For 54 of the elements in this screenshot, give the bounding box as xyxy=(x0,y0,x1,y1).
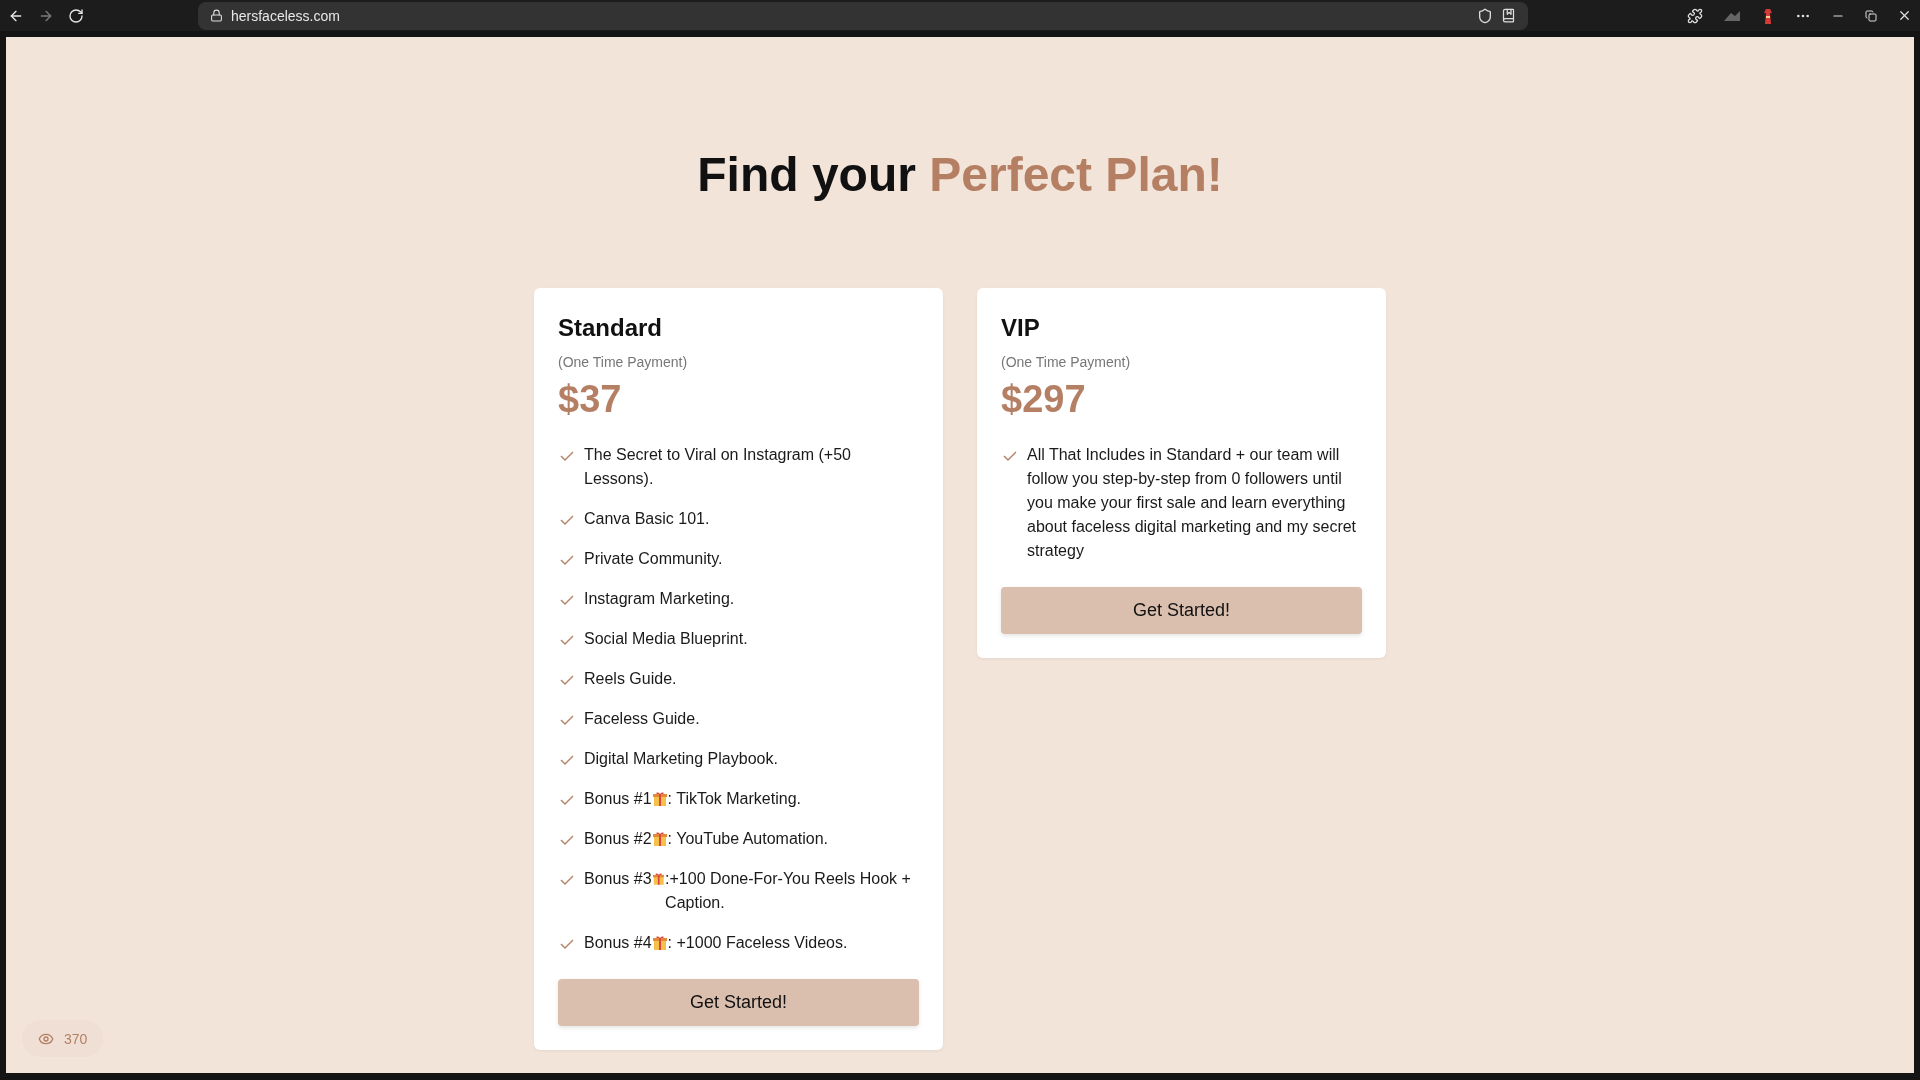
restore-icon[interactable] xyxy=(1865,9,1877,22)
check-icon xyxy=(560,555,574,565)
check-icon xyxy=(560,451,574,461)
check-icon xyxy=(560,515,574,525)
lock-icon xyxy=(210,9,223,22)
check-icon xyxy=(560,939,574,949)
feature-text: Private Community. xyxy=(584,549,723,569)
feature-text: Instagram Marketing. xyxy=(584,589,735,609)
check-icon xyxy=(560,715,574,725)
feature-text: Digital Marketing Playbook. xyxy=(584,749,778,769)
extension-icon[interactable] xyxy=(1761,6,1775,25)
check-icon xyxy=(560,595,574,605)
check-icon xyxy=(560,875,574,885)
feature-text: Bonus #1 xyxy=(584,789,652,809)
feature-text: The Secret to Viral on Instagram (+50 Lessons). xyxy=(584,445,852,489)
feature-text: Bonus #2 xyxy=(584,829,652,849)
feature-text: Social Media Blueprint. xyxy=(584,629,748,649)
check-icon xyxy=(560,795,574,805)
feature-text: : TikTok Marketing. xyxy=(667,789,801,809)
puzzle-icon[interactable] xyxy=(1687,7,1703,24)
url-text: hersfaceless.com xyxy=(231,7,341,24)
gift-icon xyxy=(652,935,667,951)
shield-icon[interactable] xyxy=(1477,7,1493,24)
check-icon xyxy=(560,835,574,845)
feature-text: Reels Guide. xyxy=(584,669,677,689)
check-icon xyxy=(560,755,574,765)
page-title: Find your Perfect Plan! xyxy=(697,147,1223,202)
gift-icon xyxy=(652,871,665,887)
bookmark-icon[interactable] xyxy=(1501,8,1516,23)
reload-button[interactable] xyxy=(68,7,84,24)
plan-price: $37 xyxy=(558,378,623,421)
gift-icon xyxy=(652,831,667,847)
gift-icon xyxy=(652,791,667,807)
feature-text: :+100 Done-For-You Reels Hook + Caption. xyxy=(665,869,912,913)
feature-text: : YouTube Automation. xyxy=(667,829,829,849)
feature-text: Bonus #4 xyxy=(584,933,652,953)
feature-text: Faceless Guide. xyxy=(584,709,700,729)
feature-text: Bonus #3 xyxy=(584,869,652,889)
view-count: 370 xyxy=(64,1029,88,1049)
close-icon[interactable] xyxy=(1897,8,1912,23)
address-bar[interactable]: hersfaceless.com xyxy=(198,1,1528,30)
feature-text: All That Includes in Standard + our team will follow you step-by-step from 0 followers until you make your first sale and learn everything about faceless digital marketing and my secret strategy xyxy=(1027,445,1358,561)
plan-name: Standard xyxy=(558,314,663,342)
get-started-button[interactable]: Get Started! xyxy=(1001,587,1362,634)
check-icon xyxy=(560,635,574,645)
get-started-button[interactable]: Get Started! xyxy=(558,979,919,1026)
check-icon xyxy=(560,675,574,685)
feature-text: : +1000 Faceless Videos. xyxy=(667,933,848,953)
check-icon xyxy=(1003,451,1017,461)
feature-text: Canva Basic 101. xyxy=(584,509,710,529)
payment-note: (One Time Payment) xyxy=(1001,354,1132,370)
payment-note: (One Time Payment) xyxy=(558,354,689,370)
plan-name: VIP xyxy=(1001,314,1041,342)
plan-price: $297 xyxy=(1001,378,1087,421)
